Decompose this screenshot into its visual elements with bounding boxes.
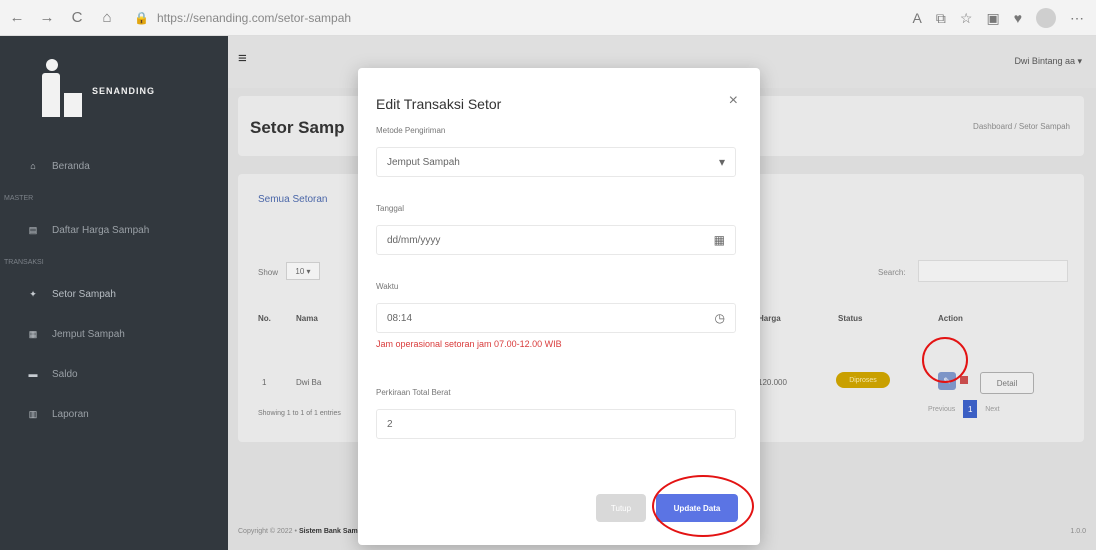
- trash-icon: ✦: [29, 288, 37, 299]
- date-value: dd/mm/yyyy: [387, 234, 441, 246]
- brand-name: SENANDING: [92, 86, 156, 96]
- entries-select[interactable]: 10 ▾: [286, 262, 320, 280]
- method-field: Metode Pengiriman Jemput Sampah ▾: [376, 126, 736, 177]
- breadcrumb: Dashboard / Setor Sampah: [973, 122, 1070, 131]
- browser-extensions: A ⧉ ☆ ▣ ♥ ⋯: [913, 0, 1084, 36]
- sidebar-item-label: Laporan: [52, 408, 89, 420]
- back-icon[interactable]: ←: [4, 5, 30, 31]
- annotation-circle-edit: [922, 337, 968, 383]
- date-label: Tanggal: [376, 204, 405, 213]
- method-select[interactable]: Jemput Sampah ▾: [376, 147, 736, 177]
- address-bar[interactable]: 🔒 https://senanding.com/setor-sampah: [134, 11, 351, 25]
- method-label: Metode Pengiriman: [376, 126, 446, 135]
- sidebar-item-label: Setor Sampah: [52, 288, 116, 300]
- time-field: Waktu 08:14 ◷ Jam operasional setoran ja…: [376, 282, 736, 349]
- annotation-circle-update: [652, 475, 754, 537]
- status-badge: Diproses: [836, 372, 890, 388]
- weight-label: Perkiraan Total Berat: [376, 388, 451, 397]
- sidebar-item-laporan[interactable]: ▥ Laporan: [28, 394, 228, 434]
- lock-icon: 🔒: [134, 10, 149, 25]
- sidebar-item-jemput-sampah[interactable]: ▦ Jemput Sampah: [28, 314, 228, 354]
- sidebar-item-daftar-harga[interactable]: ▤ Daftar Harga Sampah: [28, 210, 228, 250]
- table-info: Showing 1 to 1 of 1 entries: [258, 410, 341, 417]
- list-icon: ▤: [28, 224, 38, 235]
- weight-input[interactable]: 2: [376, 409, 736, 439]
- close-icon[interactable]: ×: [729, 92, 738, 110]
- time-value: 08:14: [387, 312, 413, 324]
- date-field: Tanggal dd/mm/yyyy ▦: [376, 204, 736, 255]
- delete-button[interactable]: [960, 376, 968, 384]
- show-label: Show: [258, 268, 279, 277]
- sidebar-item-label: Beranda: [52, 160, 90, 172]
- brand-logo[interactable]: SENANDING: [0, 36, 228, 146]
- report-icon: ▥: [28, 408, 38, 419]
- sidebar-item-saldo[interactable]: ▬ Saldo: [28, 354, 228, 394]
- sidebar-section-master: MASTER: [4, 194, 34, 202]
- detail-button[interactable]: Detail: [980, 372, 1034, 394]
- column-header-action[interactable]: Action: [938, 314, 963, 323]
- read-aloud-icon[interactable]: A: [913, 10, 922, 26]
- column-header-no[interactable]: No.: [258, 314, 271, 323]
- sidebar-menu: ⌂ Beranda MASTER ▤ Daftar Harga Sampah T…: [0, 146, 228, 434]
- page-1-button[interactable]: 1: [963, 400, 978, 418]
- tab-icon[interactable]: ⧉: [936, 10, 946, 27]
- cell-name: Dwi Ba: [296, 378, 322, 387]
- sidebar-item-label: Saldo: [52, 368, 78, 380]
- modal-title: Edit Transaksi Setor: [376, 96, 502, 112]
- wallet-icon: ▬: [28, 369, 38, 379]
- menu-toggle-icon[interactable]: ≡: [238, 50, 247, 67]
- cell-no: 1: [262, 378, 267, 387]
- sidebar-item-beranda[interactable]: ⌂ Beranda: [28, 146, 228, 186]
- column-header-status[interactable]: Status: [838, 314, 862, 323]
- collections-icon[interactable]: ▣: [986, 10, 999, 27]
- time-label: Waktu: [376, 282, 399, 291]
- weight-field: Perkiraan Total Berat 2: [376, 388, 736, 439]
- sidebar-section-transaksi: TRANSAKSI: [4, 258, 44, 266]
- logo-icon: [40, 59, 84, 123]
- url-text: https://senanding.com/setor-sampah: [156, 10, 352, 25]
- search-label: Search:: [878, 268, 906, 277]
- more-icon[interactable]: ⋯: [1070, 10, 1084, 27]
- date-input[interactable]: dd/mm/yyyy ▦: [376, 225, 736, 255]
- calendar-icon[interactable]: ▦: [714, 233, 725, 247]
- search-input[interactable]: [918, 260, 1068, 282]
- card-title: Semua Setoran: [258, 194, 328, 205]
- weight-value: 2: [387, 418, 393, 430]
- user-menu[interactable]: Dwi Bintang aa ▾: [1014, 56, 1082, 67]
- time-error-message: Jam operasional setoran jam 07.00-12.00 …: [376, 339, 562, 349]
- sidebar: SENANDING ⌂ Beranda MASTER ▤ Daftar Harg…: [0, 36, 228, 550]
- home-icon: ⌂: [30, 161, 36, 171]
- clock-icon[interactable]: ◷: [715, 311, 725, 325]
- sidebar-item-setor-sampah[interactable]: ✦ Setor Sampah: [28, 274, 228, 314]
- extensions-icon[interactable]: ♥: [1014, 10, 1022, 26]
- column-header-nama[interactable]: Nama: [296, 314, 318, 323]
- copyright-text: Copyright © 2022 •: [238, 528, 297, 535]
- close-button[interactable]: Tutup: [596, 494, 646, 522]
- previous-page-button[interactable]: Previous: [928, 406, 955, 413]
- pagination: Previous 1 Next: [928, 400, 1000, 418]
- sidebar-item-label: Daftar Harga Sampah: [52, 224, 150, 236]
- home-icon[interactable]: ⌂: [94, 5, 120, 31]
- column-header-harga[interactable]: Harga: [758, 314, 781, 323]
- chevron-down-icon: ▾: [718, 155, 725, 169]
- method-value: Jemput Sampah: [387, 156, 460, 168]
- forward-icon[interactable]: →: [34, 5, 60, 31]
- next-page-button[interactable]: Next: [985, 406, 999, 413]
- version: 1.0.0: [1070, 528, 1086, 535]
- document-icon: ▦: [28, 328, 38, 339]
- sidebar-item-label: Jemput Sampah: [52, 328, 125, 340]
- cell-price: 120.000: [758, 378, 787, 387]
- reload-icon[interactable]: C: [64, 5, 90, 31]
- time-input[interactable]: 08:14 ◷: [376, 303, 736, 333]
- page-title: Setor Samp: [250, 118, 345, 137]
- edit-transaction-modal: Edit Transaksi Setor × Metode Pengiriman…: [358, 68, 760, 545]
- favorite-icon[interactable]: ☆: [960, 10, 973, 27]
- browser-toolbar: ← → C ⌂ 🔒 https://senanding.com/setor-sa…: [0, 0, 1096, 36]
- profile-icon[interactable]: [1036, 8, 1056, 28]
